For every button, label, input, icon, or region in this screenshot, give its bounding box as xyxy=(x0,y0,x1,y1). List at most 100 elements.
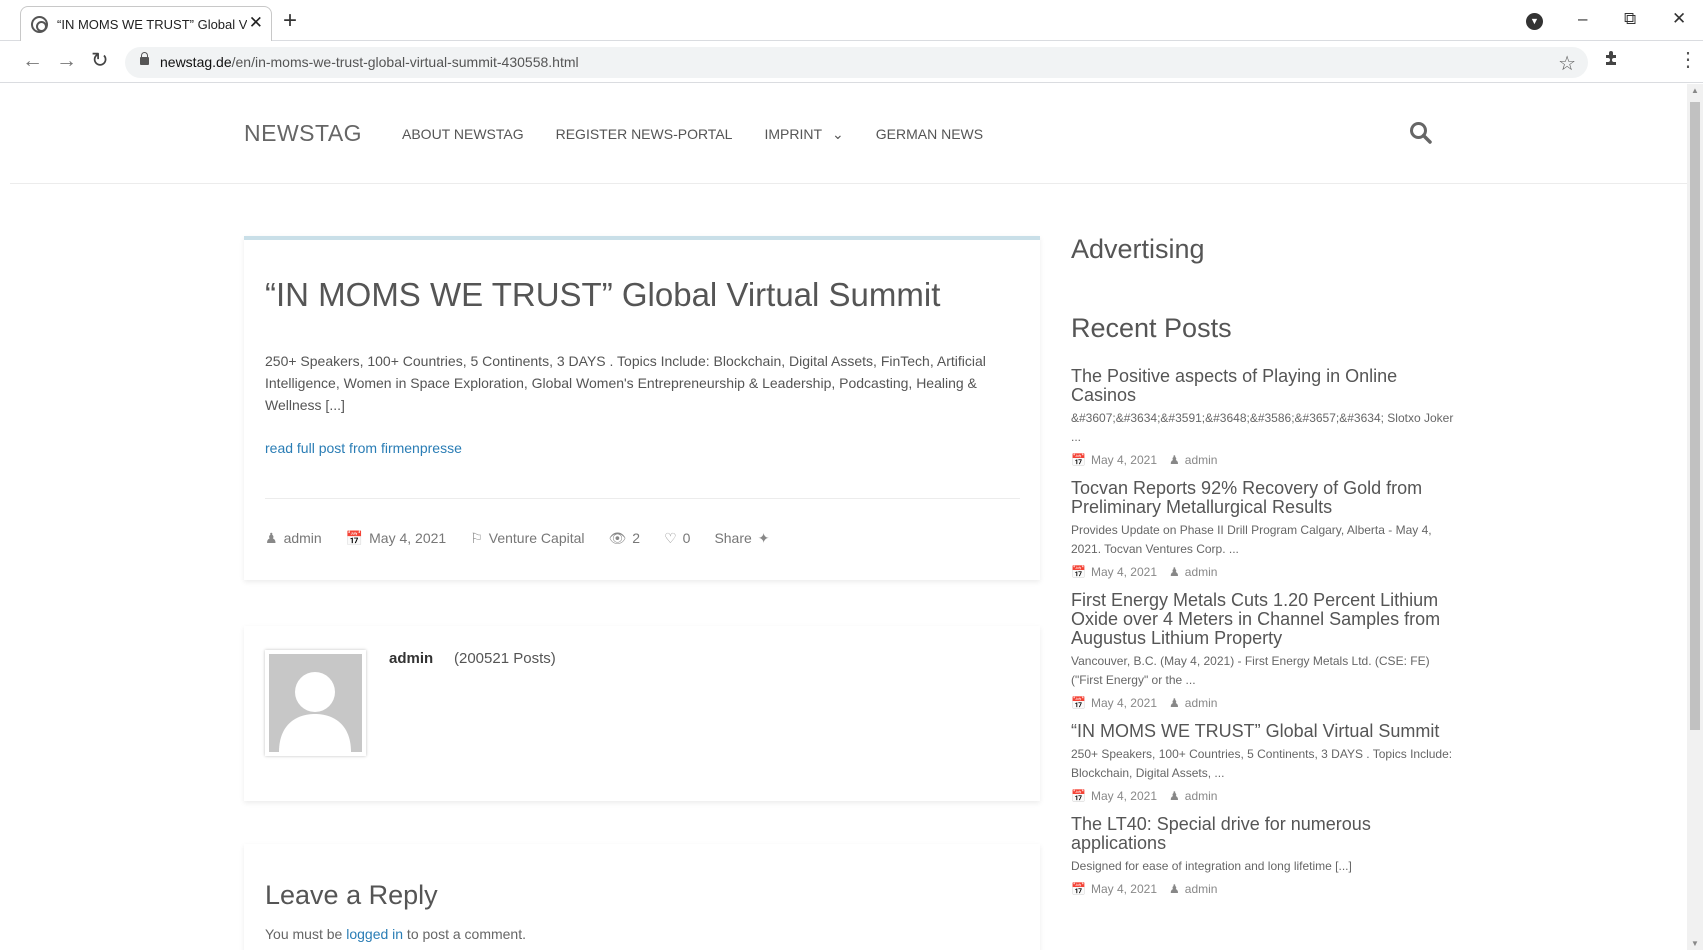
recent-post-date-label: May 4, 2021 xyxy=(1090,565,1157,579)
login-link[interactable]: logged in xyxy=(346,926,403,942)
recent-post-date-label: May 4, 2021 xyxy=(1090,453,1157,467)
reply-note: You must be logged in to post a comment. xyxy=(265,926,526,942)
post-excerpt: 250+ Speakers, 100+ Countries, 5 Contine… xyxy=(265,353,986,413)
avatar xyxy=(265,650,366,756)
nav-about[interactable]: ABOUT NEWSTAG xyxy=(402,126,524,143)
recent-post-meta: 📅 May 4, 2021 ♟ admin xyxy=(1071,882,1461,896)
divider xyxy=(265,498,1020,499)
recent-post-excerpt: 250+ Speakers, 100+ Countries, 5 Contine… xyxy=(1071,747,1453,780)
back-button[interactable]: ← xyxy=(22,49,43,73)
meta-category[interactable]: ⚐ Venture Capital xyxy=(470,530,584,547)
recent-post-link[interactable]: “IN MOMS WE TRUST” Global Virtual Summit xyxy=(1071,722,1461,741)
meta-date-label: May 4, 2021 xyxy=(369,530,447,546)
profile-icon[interactable]: ▼ xyxy=(1526,13,1543,30)
meta-likes[interactable]: ♡ 0 xyxy=(664,530,690,547)
meta-views-count: 2 xyxy=(632,530,641,546)
recent-post-link[interactable]: The LT40: Special drive for numerous app… xyxy=(1071,815,1461,853)
scroll-down-icon[interactable]: ▼ xyxy=(1691,939,1699,948)
bookmark-icon: ⚐ xyxy=(470,530,483,546)
reload-button[interactable]: ↻ xyxy=(91,49,109,73)
site-logo[interactable]: NEWSTAG xyxy=(244,120,362,147)
tab-title: “IN MOMS WE TRUST” Global Vir xyxy=(57,17,247,32)
tab-close-icon[interactable]: ✕ xyxy=(249,14,263,32)
address-bar[interactable]: newstag.de/en/in-moms-we-trust-global-vi… xyxy=(125,47,1588,78)
advertising-title: Advertising xyxy=(1071,234,1205,264)
site-favicon-icon xyxy=(31,16,48,33)
restore-button[interactable]: ⧉ xyxy=(1624,8,1636,30)
author-box: admin (200521 Posts) xyxy=(244,626,1040,801)
nav-german-news[interactable]: GERMAN NEWS xyxy=(876,126,983,143)
recent-post-author-label: admin xyxy=(1184,789,1218,803)
lock-icon[interactable] xyxy=(140,52,149,65)
list-item: The Positive aspects of Playing in Onlin… xyxy=(1071,367,1461,468)
list-item: The LT40: Special drive for numerous app… xyxy=(1071,815,1461,897)
scroll-up-icon[interactable]: ▲ xyxy=(1691,86,1699,95)
recent-post-author-label: admin xyxy=(1184,696,1218,710)
nav-imprint-label: IMPRINT xyxy=(764,126,823,142)
calendar-icon: 📅 xyxy=(1071,696,1086,710)
recent-post-meta: 📅 May 4, 2021 ♟ admin xyxy=(1071,789,1461,803)
nav-register[interactable]: REGISTER NEWS-PORTAL xyxy=(556,126,733,143)
recent-post-author-label: admin xyxy=(1184,453,1218,467)
bookmark-star-icon[interactable]: ☆ xyxy=(1558,51,1576,76)
recent-post-date: 📅 May 4, 2021 xyxy=(1071,565,1157,579)
list-item: First Energy Metals Cuts 1.20 Percent Li… xyxy=(1071,591,1461,711)
meta-author-label: admin xyxy=(283,530,322,546)
user-icon: ♟ xyxy=(1169,789,1180,803)
recent-post-excerpt: Provides Update on Phase II Drill Progra… xyxy=(1071,523,1432,556)
browser-menu-icon[interactable]: ⋮ xyxy=(1678,50,1698,70)
url-host: newstag.de xyxy=(160,54,232,70)
user-icon: ♟ xyxy=(1169,453,1180,467)
share-icon: ✦ xyxy=(757,530,770,546)
recent-post-author[interactable]: ♟ admin xyxy=(1169,789,1217,803)
recent-post-date: 📅 May 4, 2021 xyxy=(1071,453,1157,467)
recent-post-date-label: May 4, 2021 xyxy=(1090,882,1157,896)
author-name[interactable]: admin xyxy=(389,650,433,667)
recent-post-author[interactable]: ♟ admin xyxy=(1169,696,1217,710)
recent-post-date: 📅 May 4, 2021 xyxy=(1071,882,1157,896)
recent-post-link[interactable]: The Positive aspects of Playing in Onlin… xyxy=(1071,367,1461,405)
reply-note-end: to post a comment. xyxy=(403,926,526,942)
recent-post-author[interactable]: ♟ admin xyxy=(1169,882,1217,896)
recent-post-author-label: admin xyxy=(1184,565,1218,579)
url-path: /en/in-moms-we-trust-global-virtual-summ… xyxy=(231,54,579,70)
chevron-down-icon: ⌄ xyxy=(832,126,844,142)
calendar-icon: 📅 xyxy=(1071,789,1086,803)
calendar-icon: 📅 xyxy=(1071,565,1086,579)
reply-note-start: You must be xyxy=(265,926,347,942)
post-meta: ♟ admin 📅 May 4, 2021 ⚐ Venture Capital 👁 2 … xyxy=(265,530,776,547)
calendar-icon: 📅 xyxy=(1071,453,1086,467)
new-tab-button[interactable]: + xyxy=(283,9,297,33)
recent-post-author[interactable]: ♟ admin xyxy=(1169,565,1217,579)
nav-imprint[interactable]: IMPRINT ⌄ xyxy=(764,126,843,143)
recent-post-link[interactable]: Tocvan Reports 92% Recovery of Gold from… xyxy=(1071,479,1461,517)
recent-post-date-label: May 4, 2021 xyxy=(1090,696,1157,710)
url-text[interactable]: newstag.de/en/in-moms-we-trust-global-vi… xyxy=(160,54,579,70)
recent-post-author[interactable]: ♟ admin xyxy=(1169,453,1217,467)
post-card: “IN MOMS WE TRUST” Global Virtual Summit… xyxy=(244,236,1040,580)
main-nav: ABOUT NEWSTAG REGISTER NEWS-PORTAL IMPRI… xyxy=(402,126,983,143)
read-more-link[interactable]: read full post from firmenpresse xyxy=(265,440,462,456)
meta-likes-count: 0 xyxy=(682,530,691,546)
recent-post-date: 📅 May 4, 2021 xyxy=(1071,789,1157,803)
calendar-icon: 📅 xyxy=(345,530,364,546)
share-button[interactable]: Share ✦ xyxy=(714,530,775,547)
forward-button[interactable]: → xyxy=(56,49,77,73)
recent-post-date-label: May 4, 2021 xyxy=(1090,789,1157,803)
close-window-button[interactable]: ✕ xyxy=(1672,8,1686,30)
meta-author[interactable]: ♟ admin xyxy=(265,530,322,547)
search-icon[interactable] xyxy=(1408,120,1434,146)
user-silhouette-icon xyxy=(279,672,351,752)
extensions-puzzle-icon[interactable] xyxy=(1603,49,1621,67)
user-icon: ♟ xyxy=(265,530,278,546)
scroll-thumb[interactable] xyxy=(1690,102,1700,730)
page-scrollbar[interactable]: ▲ ▼ xyxy=(1687,84,1703,950)
recent-post-author-label: admin xyxy=(1184,882,1218,896)
minimize-button[interactable]: – xyxy=(1578,8,1587,30)
recent-post-meta: 📅 May 4, 2021 ♟ admin xyxy=(1071,565,1461,579)
recent-post-meta: 📅 May 4, 2021 ♟ admin xyxy=(1071,696,1461,710)
browser-tab[interactable]: “IN MOMS WE TRUST” Global Vir ✕ xyxy=(20,6,272,42)
recent-post-link[interactable]: First Energy Metals Cuts 1.20 Percent Li… xyxy=(1071,591,1461,648)
recent-post-date: 📅 May 4, 2021 xyxy=(1071,696,1157,710)
meta-category-label: Venture Capital xyxy=(488,530,585,546)
